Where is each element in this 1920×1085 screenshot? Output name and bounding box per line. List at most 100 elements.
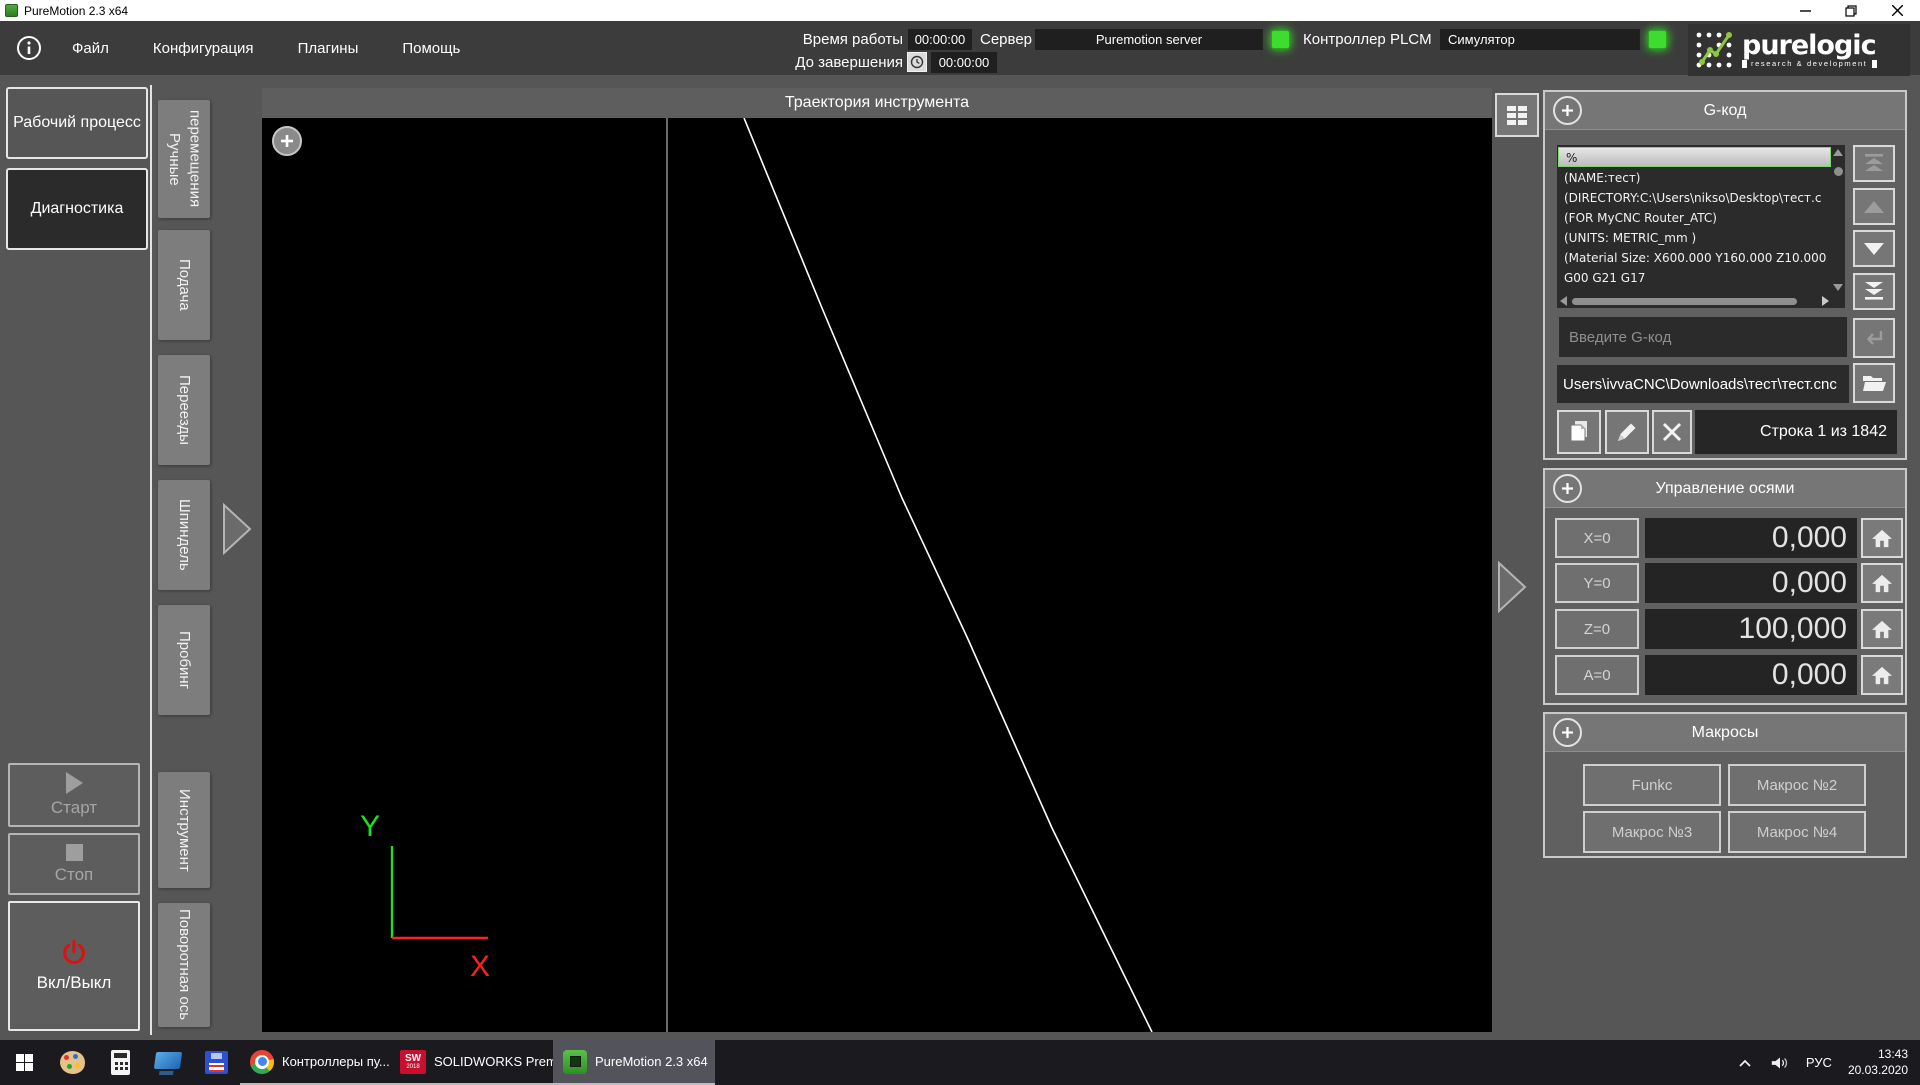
axis-a-position: 0,000 [1645,655,1857,695]
goto-last-line-button[interactable] [1853,273,1895,310]
restore-button[interactable] [1828,0,1874,21]
start-button[interactable]: Старт [8,763,140,827]
logo-tagline: research & development [1742,60,1877,68]
arrow-down-icon [1861,239,1887,259]
taskbar-calculator-button[interactable] [96,1040,144,1085]
start-menu-button[interactable] [0,1040,48,1085]
gcode-vertical-scrollbar[interactable] [1832,145,1845,295]
speaker-icon[interactable] [1770,1054,1790,1072]
home-icon [1871,619,1893,639]
macros-panel: Макросы Funkc Макрос №2 Макрос №3 Макрос… [1543,712,1907,858]
gcode-horizontal-scrollbar[interactable] [1557,295,1832,308]
canvas-title-text: Траектория инструмента [785,94,969,112]
clear-line-button[interactable] [1652,410,1692,454]
monitor-icon [154,1052,182,1069]
tool-tab-label: Инструмент [174,789,194,872]
menu-configuration[interactable]: Конфигурация [153,40,254,57]
scroll-thumb[interactable] [1834,167,1843,176]
line-up-button[interactable] [1853,188,1895,225]
axis-y-home-button[interactable] [1861,563,1903,603]
chrome-icon [250,1050,274,1074]
puremotion-icon [563,1050,587,1074]
scroll-right-icon[interactable] [1822,296,1829,306]
skip-to-bottom-icon [1861,280,1887,304]
goto-first-line-button[interactable] [1853,145,1895,182]
gcode-line[interactable]: (FOR MyCNC Router_ATC) [1557,208,1832,228]
sidebar-tab-work-process[interactable]: Рабочий процесс [6,87,148,159]
gcode-line[interactable]: G00 G21 G17 [1557,268,1832,288]
copy-line-button[interactable] [1557,410,1601,454]
axis-z-home-button[interactable] [1861,609,1903,649]
axis-x-zero-button[interactable]: X=0 [1555,518,1639,558]
app-icon [5,4,18,17]
gcode-line[interactable]: (NAME:тест) [1557,168,1832,188]
gcode-line[interactable]: (DIRECTORY:C:\Users\nikso\Desktop\тест.c [1557,188,1832,208]
sidebar-tab-diagnostics[interactable]: Диагностика [6,168,148,250]
taskbar-app-puremotion[interactable]: PureMotion 2.3 x64 [553,1040,715,1085]
tool-tab-tool[interactable]: Инструмент [158,772,210,888]
tool-tab-probing[interactable]: Пробинг [158,605,210,715]
remaining-value: 00:00:00 [931,52,997,73]
gcode-line[interactable]: (Material Size: X600.000 Y160.000 Z10.00… [1557,248,1832,268]
gcode-input[interactable] [1559,317,1847,357]
language-indicator[interactable]: РУС [1806,1055,1832,1070]
macro-button-4[interactable]: Макрос №4 [1728,811,1866,853]
axis-a-zero-button[interactable]: A=0 [1555,655,1639,695]
windows-taskbar: Контроллеры пу... SW2018 SOLIDWORKS Prem… [0,1040,1920,1085]
layout-grid-button[interactable] [1495,93,1539,137]
info-icon[interactable] [16,35,42,61]
clock-icon[interactable] [907,52,927,72]
taskbar-app-chrome[interactable]: Контроллеры пу... [240,1040,390,1085]
menu-plugins[interactable]: Плагины [298,40,359,57]
zoom-in-button[interactable] [272,126,302,156]
tool-tab-manual-moves[interactable]: Ручные перемещения [158,100,210,218]
power-button[interactable]: Вкл/Выкл [8,901,140,1031]
close-icon[interactable] [1874,0,1920,21]
expand-right-panel-arrow[interactable] [1497,561,1527,613]
gcode-list[interactable]: % (NAME:тест) (DIRECTORY:C:\Users\nikso\… [1557,145,1845,308]
send-gcode-button[interactable] [1853,318,1895,358]
gcode-line[interactable]: (UNITS: METRIC_mm ) [1557,228,1832,248]
tool-tab-rapids[interactable]: Переезды [158,355,210,465]
taskbar-app-label: PureMotion 2.3 x64 [595,1054,708,1069]
expand-left-panel-arrow[interactable] [222,503,252,555]
stop-button[interactable]: Стоп [8,833,140,895]
taskbar-computer-button[interactable] [144,1040,192,1085]
sidebar-tab-label: Диагностика [31,200,124,218]
tool-tab-spindle[interactable]: Шпиндель [158,480,210,590]
minimize-button[interactable] [1782,0,1828,21]
gcode-line-selected[interactable]: % [1558,147,1831,167]
tray-date: 20.03.2020 [1848,1063,1908,1079]
tray-expand-icon[interactable] [1736,1055,1754,1071]
axis-y-zero-button[interactable]: Y=0 [1555,563,1639,603]
macro-button-1[interactable]: Funkc [1583,764,1721,806]
axes-panel-title: Управление осями [1545,470,1905,508]
axes-panel-header: Управление осями [1545,470,1905,508]
gcode-panel-header: G-код [1545,92,1905,130]
macro-button-3[interactable]: Макрос №3 [1583,811,1721,853]
macro-button-2[interactable]: Макрос №2 [1728,764,1866,806]
scroll-down-icon[interactable] [1833,284,1843,291]
menu-file[interactable]: Файл [72,40,109,57]
tray-clock[interactable]: 13:43 20.03.2020 [1848,1047,1908,1078]
axis-x-home-button[interactable] [1861,518,1903,558]
edit-line-button[interactable] [1605,410,1649,454]
axis-z-zero-button[interactable]: Z=0 [1555,609,1639,649]
gcode-panel: G-код % (NAME:тест) (DIRECTORY:C:\Users\… [1543,90,1907,460]
scroll-up-icon[interactable] [1833,149,1843,156]
trajectory-canvas[interactable]: Y X [262,118,1492,1032]
scroll-thumb[interactable] [1572,298,1797,305]
server-value: Puremotion server [1035,29,1263,50]
scroll-left-icon[interactable] [1560,296,1567,306]
axis-a-home-button[interactable] [1861,655,1903,695]
taskbar-paint-button[interactable] [48,1040,96,1085]
taskbar-save-button[interactable] [192,1040,240,1085]
copy-icon [1567,419,1591,445]
server-label: Сервер [980,31,1032,48]
tool-tab-rotary-axis[interactable]: Поворотная ось [158,903,210,1027]
open-file-button[interactable] [1853,363,1895,403]
line-down-button[interactable] [1853,230,1895,267]
taskbar-app-solidworks[interactable]: SW2018 SOLIDWORKS Prem... [390,1040,553,1085]
tool-tab-feed[interactable]: Подача [158,230,210,340]
menu-help[interactable]: Помощь [402,40,460,57]
